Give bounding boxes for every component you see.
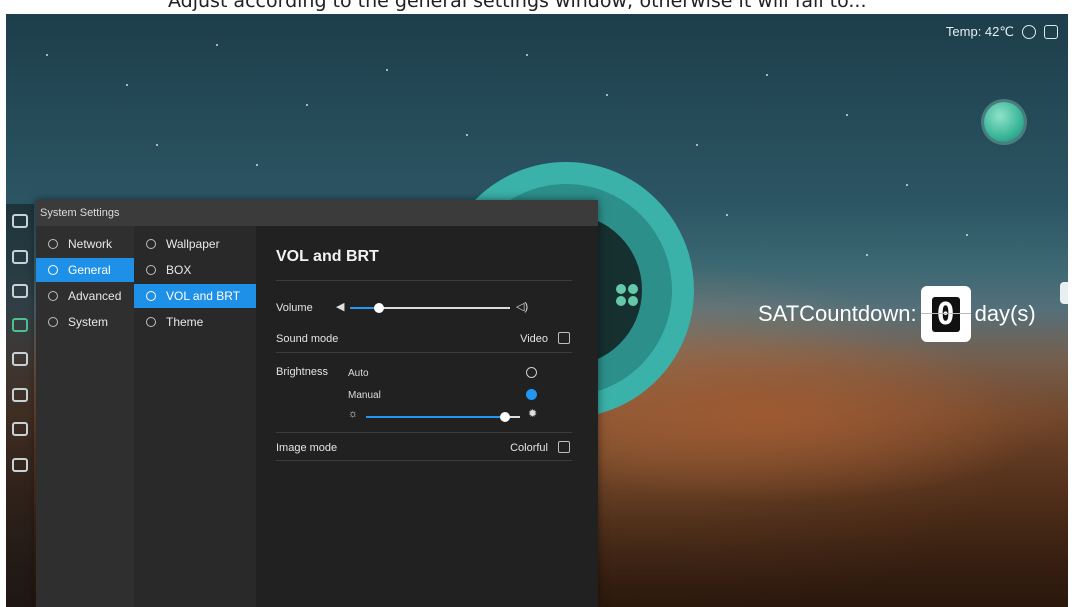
star: [966, 234, 968, 236]
category-list: Network General Advanced System: [36, 226, 134, 607]
wallpaper-icon: [146, 239, 156, 249]
subcategory-box[interactable]: BOX: [134, 258, 256, 282]
subcategory-label: VOL and BRT: [166, 289, 241, 303]
category-label: General: [68, 263, 111, 277]
countdown-label: SATCountdown:: [758, 301, 917, 326]
subcategory-label: BOX: [166, 263, 192, 277]
settings-gear-icon[interactable]: [12, 318, 28, 332]
star: [216, 44, 218, 46]
left-dock: [6, 204, 34, 607]
divider: [276, 432, 572, 433]
star: [156, 144, 158, 146]
speaker-loud-icon: ◁): [516, 301, 529, 313]
page-title: VOL and BRT: [276, 248, 379, 265]
keyboard-icon[interactable]: [12, 422, 28, 436]
countdown-unit: day(s): [974, 301, 1036, 326]
star: [526, 54, 528, 56]
star: [696, 144, 698, 146]
settings-content: VOL and BRT Volume ◀ ◁) Sound mode Video…: [256, 226, 598, 607]
power-icon[interactable]: [12, 458, 28, 472]
subcategory-label: Wallpaper: [166, 237, 220, 251]
general-icon: [48, 265, 58, 275]
tools-icon: [48, 291, 58, 301]
apps-grid-icon[interactable]: [616, 284, 638, 306]
dock-menu-icon[interactable]: [12, 214, 28, 228]
theme-icon: [146, 317, 156, 327]
back-icon[interactable]: [12, 250, 28, 264]
star: [256, 164, 258, 166]
subcategory-list: Wallpaper BOX VOL and BRT Theme: [134, 226, 256, 607]
settings-titlebar: System Settings: [36, 200, 598, 226]
star: [466, 134, 468, 136]
category-label: System: [68, 315, 109, 329]
subcategory-wallpaper[interactable]: Wallpaper: [134, 232, 256, 256]
brightness-knob[interactable]: [499, 412, 510, 422]
message-icon[interactable]: [1044, 25, 1058, 39]
category-general[interactable]: General: [36, 258, 134, 282]
right-edge-tab[interactable]: [1060, 282, 1068, 304]
brightness-fill: [366, 416, 505, 418]
box-icon: [146, 265, 156, 275]
brightness-label: Brightness: [276, 366, 328, 378]
brightness-manual-radio[interactable]: [526, 389, 537, 400]
subcategory-vol-brt[interactable]: VOL and BRT: [134, 284, 256, 308]
star: [726, 214, 728, 216]
brightness-auto-label: Auto: [348, 368, 369, 379]
star: [126, 84, 128, 86]
image-mode-edit-icon[interactable]: [558, 441, 570, 453]
system-icon: [48, 317, 58, 327]
sun-bright-icon: ✹: [528, 408, 538, 420]
category-advanced[interactable]: Advanced: [36, 284, 134, 308]
divider: [276, 352, 572, 353]
subcategory-label: Theme: [166, 315, 204, 329]
star: [866, 254, 868, 256]
sliders-icon: [146, 291, 156, 301]
divider: [276, 460, 572, 461]
subcategory-theme[interactable]: Theme: [134, 310, 256, 334]
sun-dim-icon: ☼: [348, 408, 359, 420]
star: [846, 114, 848, 116]
brightness-manual-label: Manual: [348, 390, 381, 401]
brightness-auto-radio[interactable]: [526, 367, 537, 378]
flip-digit: 0: [920, 286, 971, 342]
screen-icon[interactable]: [12, 388, 28, 402]
star: [906, 184, 908, 186]
star: [766, 74, 768, 76]
wireless-icon[interactable]: [1022, 25, 1036, 39]
sound-mode-label: Sound mode: [276, 333, 339, 345]
desktop-wallpaper: Temp: 42℃ SATCountdown: 0 day(s) System …: [6, 14, 1068, 607]
brightness-slider[interactable]: [366, 412, 520, 422]
volume-knob[interactable]: [373, 303, 384, 313]
category-label: Network: [68, 237, 113, 251]
top-caption: Adjust according to the general settings…: [168, 0, 867, 12]
speaker-mute-icon: ◀: [336, 301, 345, 313]
image-mode-label: Image mode: [276, 442, 338, 454]
category-label: Advanced: [68, 289, 122, 303]
image-mode-value: Colorful: [510, 442, 548, 454]
settings-title: System Settings: [40, 207, 120, 219]
temperature-readout: Temp: 42℃: [945, 24, 1014, 39]
home-icon[interactable]: [12, 284, 28, 298]
sound-mode-edit-icon[interactable]: [558, 332, 570, 344]
star: [306, 104, 308, 106]
settings-window: System Settings Network General Advanced…: [36, 200, 598, 607]
countdown-widget: SATCountdown: 0 day(s): [758, 286, 1036, 342]
volume-label: Volume: [276, 302, 313, 314]
top-strip: Adjust according to the general settings…: [0, 0, 1074, 14]
star: [46, 54, 48, 56]
volume-slider[interactable]: [350, 303, 510, 313]
globe-icon: [48, 239, 58, 249]
floating-assistant-ball[interactable]: [984, 102, 1024, 142]
divider: [276, 280, 572, 281]
sound-mode-value: Video: [520, 333, 548, 345]
countdown-digit: 0: [931, 296, 960, 332]
folder-icon[interactable]: [12, 352, 28, 366]
status-bar: Temp: 42℃: [946, 24, 1058, 40]
category-network[interactable]: Network: [36, 232, 134, 256]
star: [606, 94, 608, 96]
star: [386, 69, 388, 71]
category-system[interactable]: System: [36, 310, 134, 334]
